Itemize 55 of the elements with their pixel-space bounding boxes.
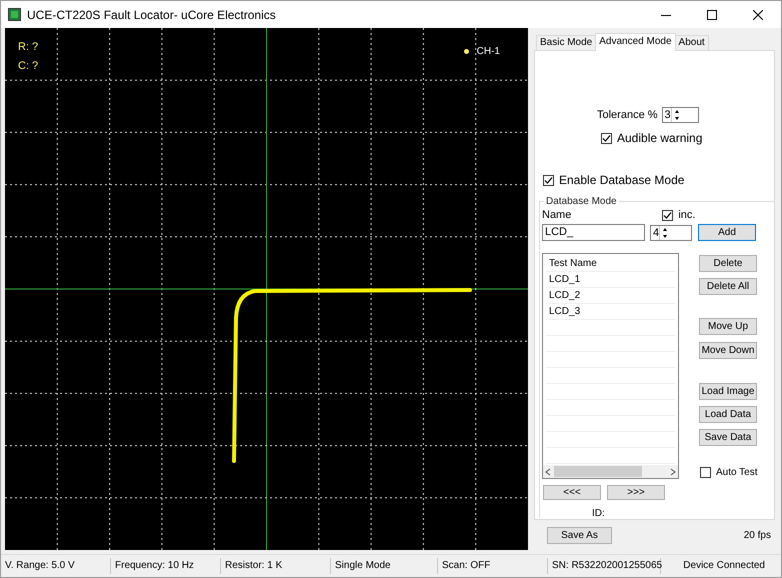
checkbox[interactable] <box>543 174 554 186</box>
window-title: UCE-CT220S Fault Locator- uCore Electronics <box>27 8 277 22</box>
list-item[interactable]: LCD_2 <box>546 288 675 304</box>
action-button[interactable]: Move Up <box>699 318 757 335</box>
chevron-right-icon[interactable] <box>670 468 676 476</box>
close-icon <box>753 10 763 20</box>
horizontal-scrollbar[interactable] <box>543 465 678 478</box>
app-icon <box>8 8 21 21</box>
list-item[interactable]: LCD_3 <box>546 304 675 320</box>
tab[interactable]: Advanced Mode <box>595 33 676 51</box>
checkbox-label: Enable Database Mode <box>559 173 684 187</box>
checkbox[interactable] <box>662 210 674 220</box>
status-text: Resistor: 1 K <box>221 558 331 574</box>
save-as-button[interactable]: Save As <box>547 527 612 544</box>
nav-button[interactable]: >>> <box>607 485 665 500</box>
id-label: ID: <box>592 508 606 519</box>
name-label: Name <box>542 209 572 221</box>
status-text: Device Connected <box>682 559 766 573</box>
checkbox-label: Auto Test <box>716 467 758 478</box>
action-button[interactable]: Delete <box>699 255 757 272</box>
enable-database-checkbox[interactable]: Enable Database Mode <box>543 173 774 187</box>
maximize-icon <box>707 10 717 20</box>
readout-text: C: ? <box>18 59 38 74</box>
status-text: Single Mode <box>331 558 438 574</box>
tab[interactable]: About <box>674 35 709 50</box>
fps-text: 20 fps <box>744 530 771 541</box>
number-spinner[interactable]: 4 <box>650 224 692 240</box>
status-text: Scan: OFF <box>438 558 548 574</box>
add-button[interactable]: Add <box>698 224 756 241</box>
status-text: V. Range: 5.0 V <box>1 558 111 574</box>
action-button[interactable]: Delete All <box>699 278 757 295</box>
checkbox[interactable] <box>601 132 612 144</box>
readout-text: R: ? <box>18 40 38 55</box>
list-item[interactable]: LCD_1 <box>546 272 675 288</box>
action-button[interactable]: Load Image <box>699 383 757 400</box>
checkbox[interactable] <box>700 467 711 478</box>
audible-warning-checkbox[interactable]: Audible warning <box>601 131 774 145</box>
column-header: Test Name <box>546 256 675 272</box>
checkbox-label: Audible warning <box>617 131 702 145</box>
status-text: Frequency: 10 Hz <box>111 558 221 574</box>
action-button[interactable]: Save Data <box>699 429 757 446</box>
tolerance-label: Tolerance % <box>597 109 658 121</box>
checkbox-label: inc. <box>678 209 696 221</box>
action-button[interactable]: Move Down <box>699 342 757 359</box>
tab[interactable]: Basic Mode <box>536 35 596 50</box>
auto-test-checkbox[interactable]: Auto Test <box>700 467 758 478</box>
name-input[interactable]: LCD_ <box>542 224 645 241</box>
action-button[interactable]: Load Data <box>699 406 757 423</box>
channel-label: CH-1 <box>476 46 500 57</box>
group-title: Database Mode <box>545 196 618 207</box>
chevron-left-icon[interactable] <box>545 468 551 476</box>
inc-checkbox[interactable]: inc. <box>662 209 696 221</box>
status-text: SN: R532202001255065 <box>548 558 661 574</box>
number-spinner[interactable]: 3 <box>662 107 699 123</box>
nav-button[interactable]: <<< <box>543 485 601 500</box>
